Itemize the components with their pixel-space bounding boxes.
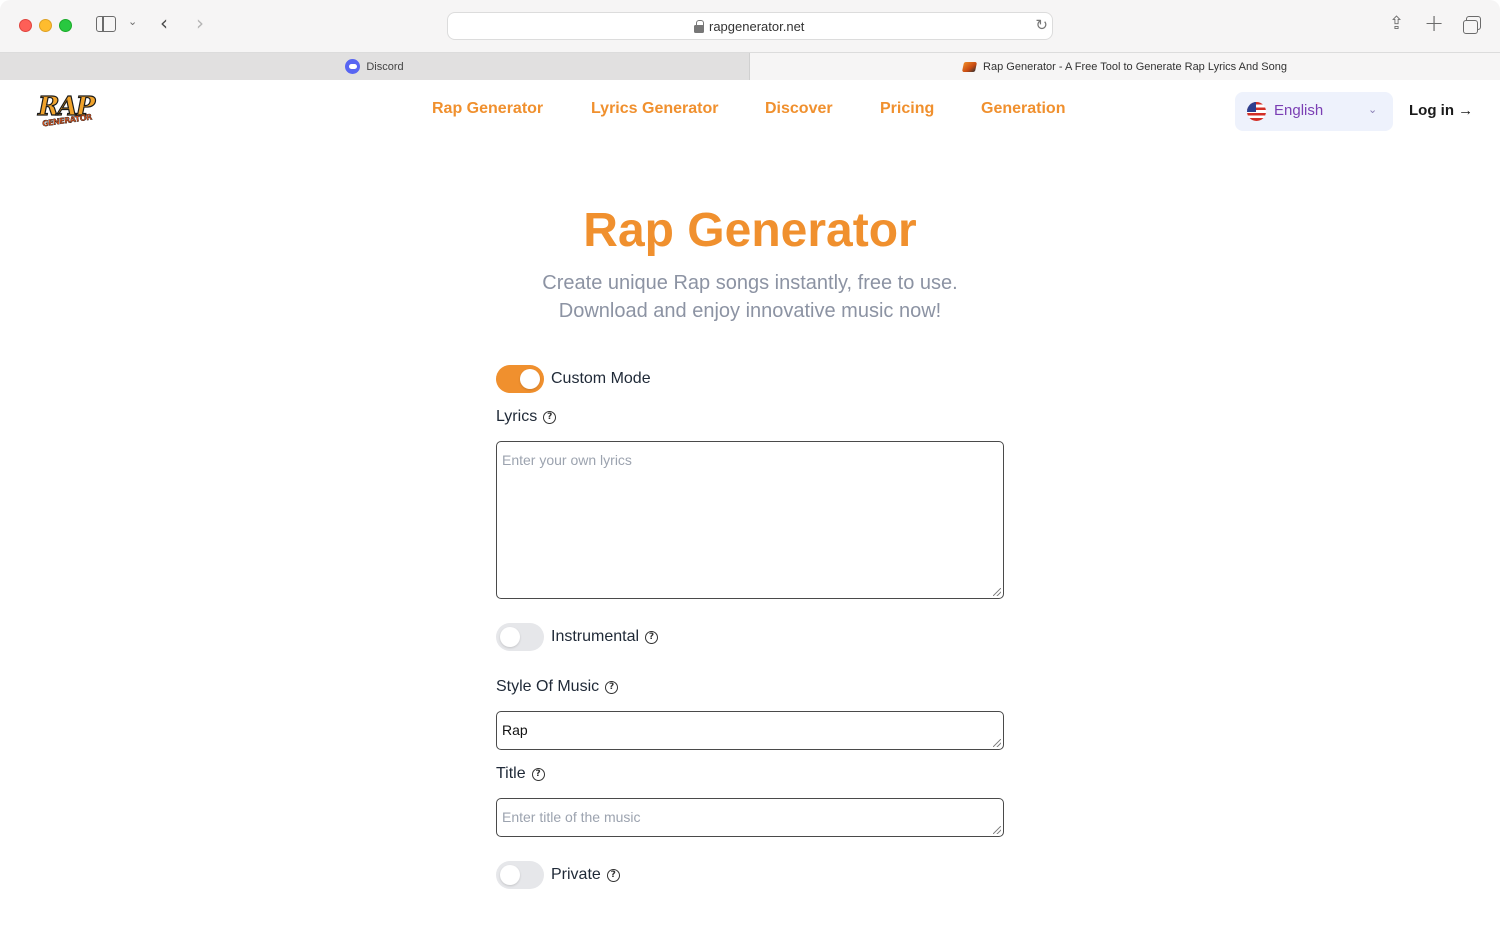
site-logo[interactable]: RAP GENERATOR [37,91,96,130]
private-label-text: Private [551,866,601,883]
help-circle-icon[interactable]: ? [543,411,557,424]
nav-generation[interactable]: Generation [981,100,1065,124]
toggle-knob [520,369,540,389]
resize-grip-icon[interactable] [993,588,1001,596]
discord-icon [345,59,361,74]
style-label-text: Style Of Music [496,678,600,695]
instrumental-toggle[interactable] [496,623,544,651]
zoom-window-button[interactable] [59,19,72,32]
help-circle-icon[interactable]: ? [531,768,545,781]
help-circle-icon[interactable]: ? [645,631,659,644]
style-of-music-label: Style Of Music? [496,678,619,696]
tab-rap-generator[interactable]: Rap Generator - A Free Tool to Generate … [750,53,1500,80]
nav-pricing[interactable]: Pricing [880,100,934,124]
us-flag-icon [1247,102,1266,121]
page-subtitle-line-1: Create unique Rap songs instantly, free … [542,272,958,294]
forward-arrow-icon[interactable]: › [196,11,204,35]
minimize-window-button[interactable] [39,19,52,32]
resize-grip-icon[interactable] [993,826,1001,834]
toggle-knob [500,627,520,647]
help-circle-icon[interactable]: ? [606,869,620,882]
nav-rap-generator[interactable]: Rap Generator [432,100,543,124]
url-text: rapgenerator.net [709,19,805,34]
private-toggle[interactable] [496,861,544,889]
chevron-down-icon[interactable]: ⌄ [128,15,137,28]
instrumental-label-text: Instrumental [551,628,640,645]
browser-window: ⌄ ‹ › rapgenerator.net ↻ ⇪ + Discord Rap… [0,0,1500,937]
custom-mode-label: Custom Mode [551,370,651,387]
address-bar[interactable]: rapgenerator.net ↻ [447,12,1053,40]
private-label: Private? [551,866,620,884]
tab-title: Rap Generator - A Free Tool to Generate … [983,60,1287,73]
new-tab-plus-icon[interactable]: + [1424,9,1444,37]
resize-grip-icon[interactable] [993,739,1001,747]
lyrics-input[interactable] [496,441,1004,599]
custom-mode-toggle[interactable] [496,365,544,393]
language-label: English [1274,102,1324,119]
back-arrow-icon[interactable]: ‹ [160,11,168,35]
instrumental-label: Instrumental? [551,628,659,646]
chevron-down-icon: ⌄ [1368,103,1378,116]
close-window-button[interactable] [19,19,32,32]
lyrics-label: Lyrics? [496,408,557,426]
language-selector[interactable]: English ⌄ [1235,92,1393,131]
login-link[interactable]: Log in → [1409,102,1473,119]
page-content: RAP GENERATOR Rap Generator Lyrics Gener… [0,80,1500,937]
nav-discover[interactable]: Discover [765,100,833,124]
page-subtitle-line-2: Download and enjoy innovative music now! [558,300,942,322]
title-label-text: Title [496,765,526,782]
help-circle-icon[interactable]: ? [605,681,619,694]
share-icon[interactable]: ⇪ [1389,13,1404,34]
tab-title: Discord [366,60,404,73]
tab-discord[interactable]: Discord [0,53,750,80]
title-input[interactable] [496,798,1004,837]
rap-generator-favicon-icon [961,61,978,72]
toggle-knob [500,865,520,885]
page-title: Rap Generator [583,204,917,257]
sidebar-toggle-icon[interactable] [96,16,116,32]
tab-overview-icon[interactable] [1463,16,1481,34]
reload-icon[interactable]: ↻ [1035,16,1048,34]
lock-icon [694,20,704,33]
style-of-music-input[interactable]: Rap [496,711,1004,750]
nav-lyrics-generator[interactable]: Lyrics Generator [591,100,718,124]
browser-toolbar: ⌄ ‹ › rapgenerator.net ↻ ⇪ + [0,0,1500,52]
lyrics-label-text: Lyrics [496,408,538,425]
title-label: Title? [496,765,545,783]
tab-bar: Discord Rap Generator - A Free Tool to G… [0,52,1500,80]
